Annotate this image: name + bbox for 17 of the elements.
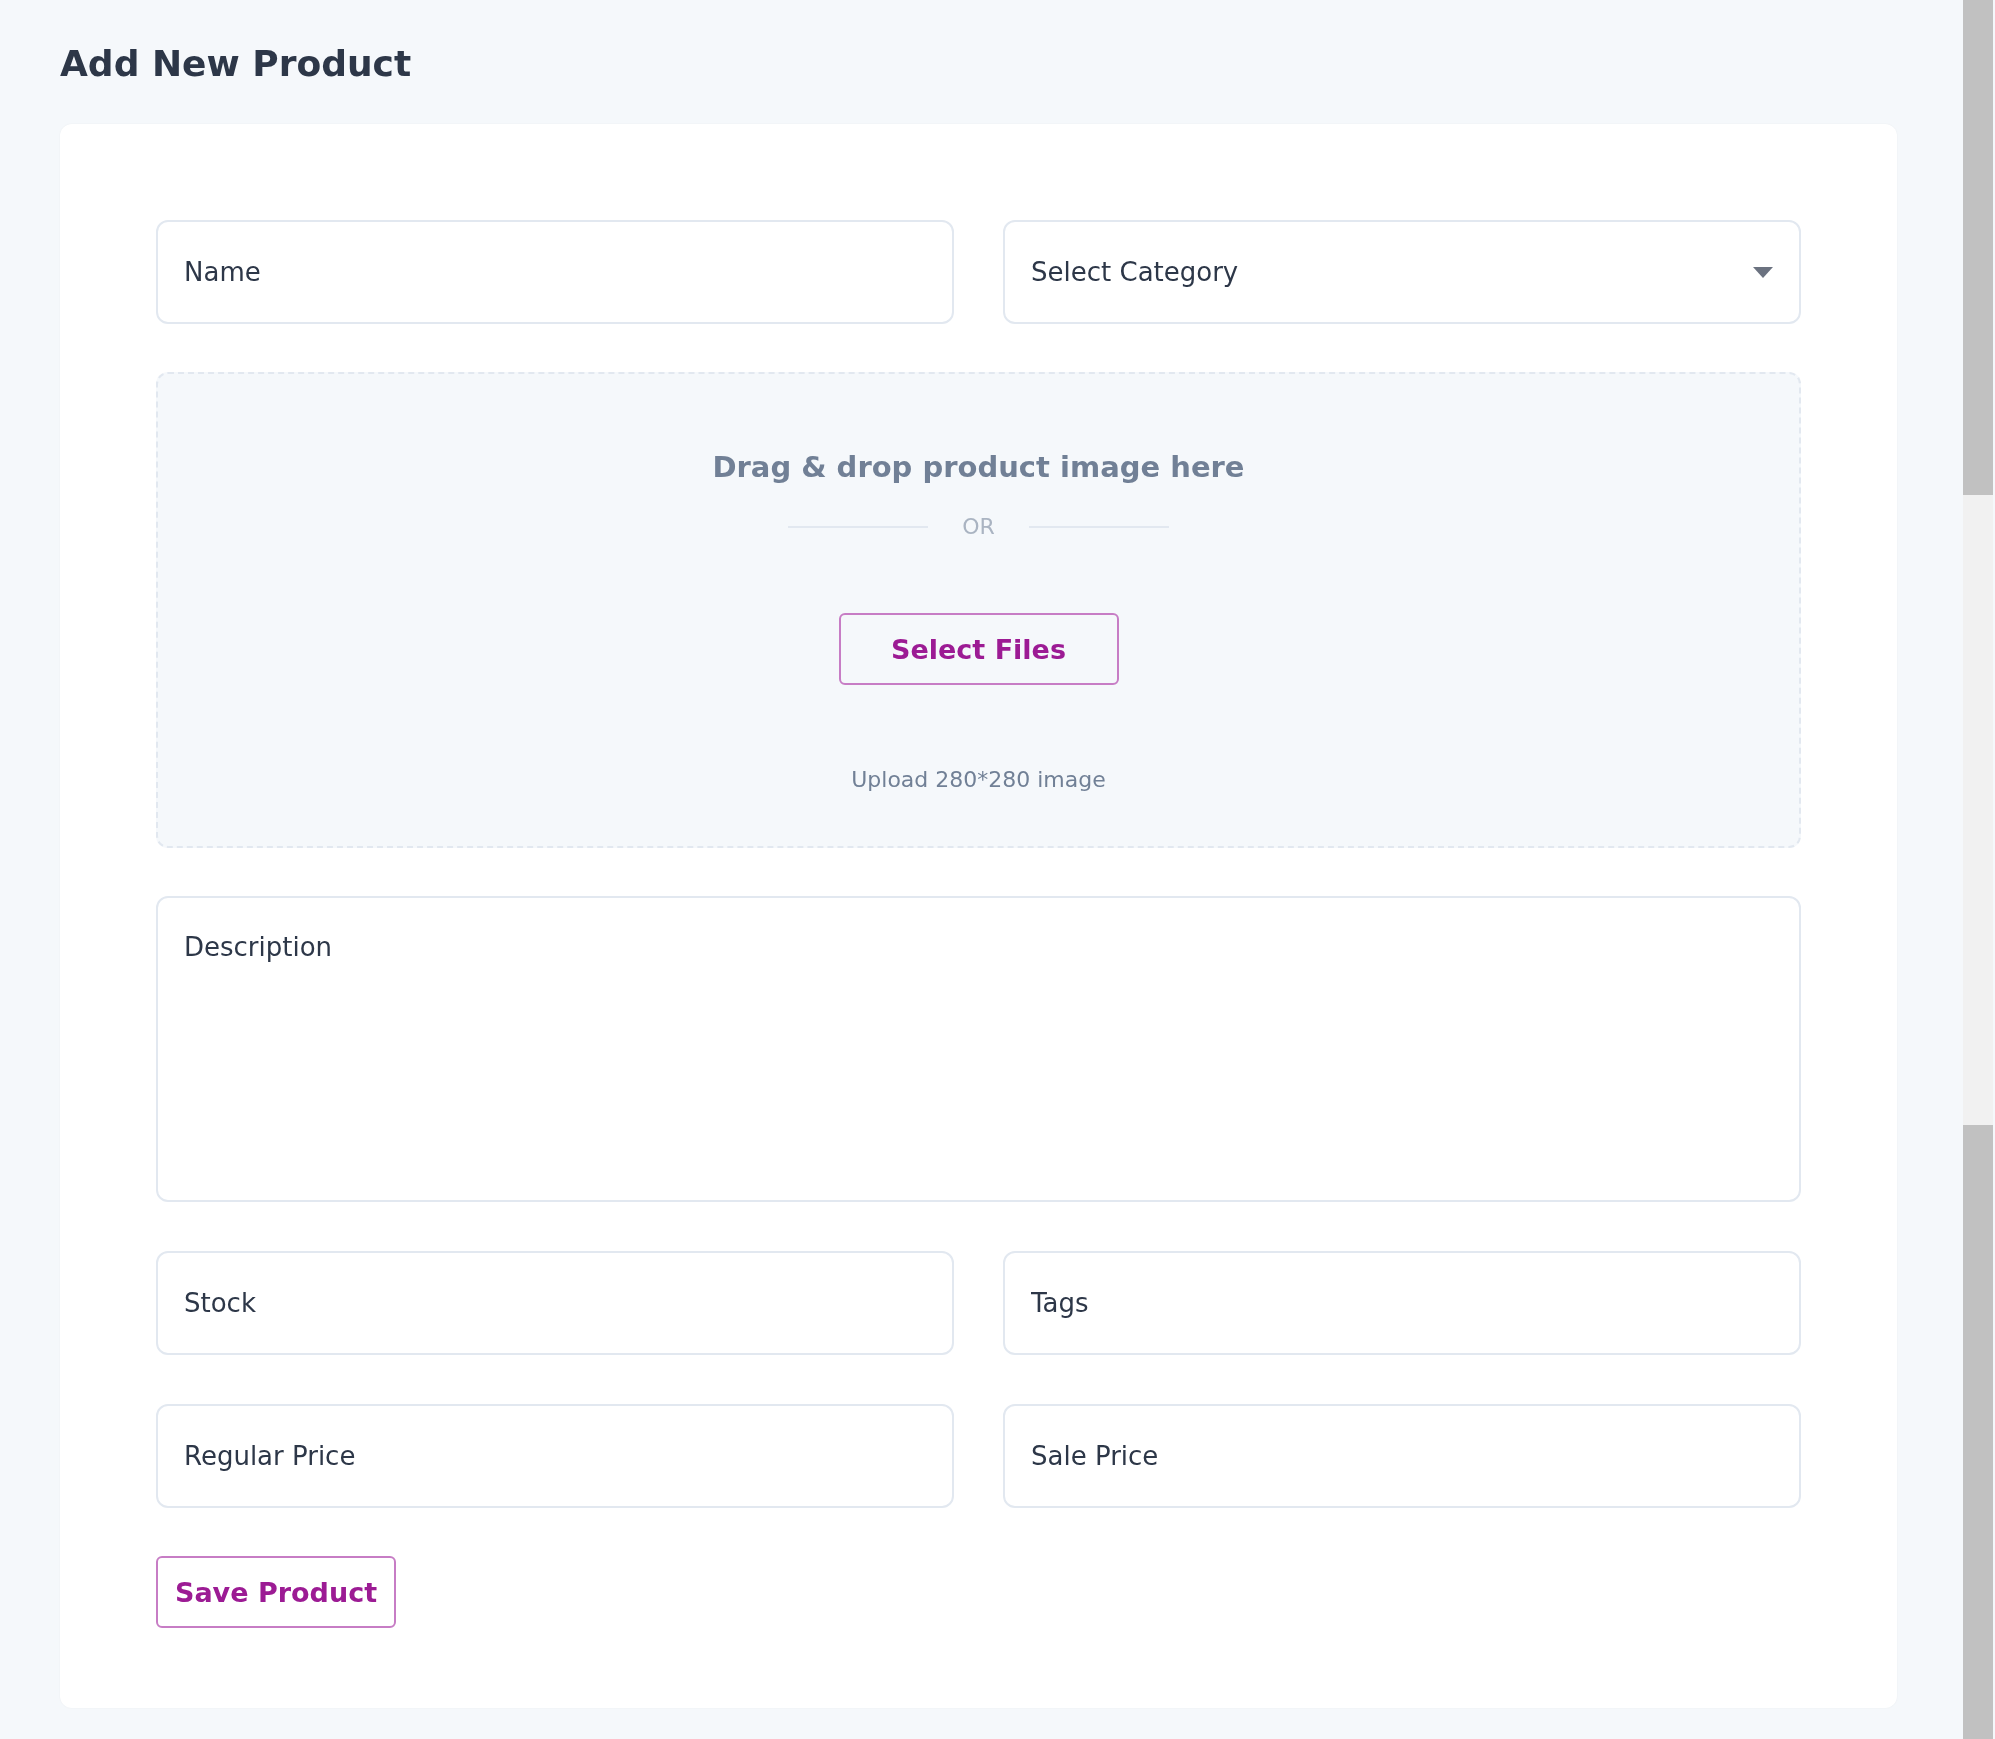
select-files-button[interactable]: Select Files bbox=[838, 613, 1119, 685]
drop-heading: Drag & drop product image here bbox=[712, 450, 1245, 484]
input-field[interactable]: Name bbox=[156, 220, 954, 324]
select-placeholder: Select Category bbox=[1031, 257, 1239, 287]
description-field[interactable]: Description bbox=[156, 896, 1801, 1202]
or-label: OR bbox=[962, 514, 995, 539]
input-field[interactable]: Sale Price bbox=[1003, 1404, 1801, 1508]
drop-zone[interactable]: Drag & drop product image here OR Select Files Upload 280*280 image bbox=[156, 372, 1801, 848]
upload-hint: Upload 280*280 image bbox=[851, 767, 1106, 792]
page-title: Add New Product bbox=[60, 42, 413, 86]
save-button[interactable]: Save Product bbox=[156, 1556, 396, 1628]
input-field[interactable]: Regular Price bbox=[156, 1404, 954, 1508]
input-field[interactable]: Stock bbox=[156, 1251, 954, 1355]
category-select[interactable]: Select Category bbox=[1003, 220, 1801, 324]
scrollbar[interactable] bbox=[1963, 0, 1993, 1739]
caret-icon bbox=[1753, 266, 1773, 278]
input-field[interactable]: Tags bbox=[1003, 1251, 1801, 1355]
